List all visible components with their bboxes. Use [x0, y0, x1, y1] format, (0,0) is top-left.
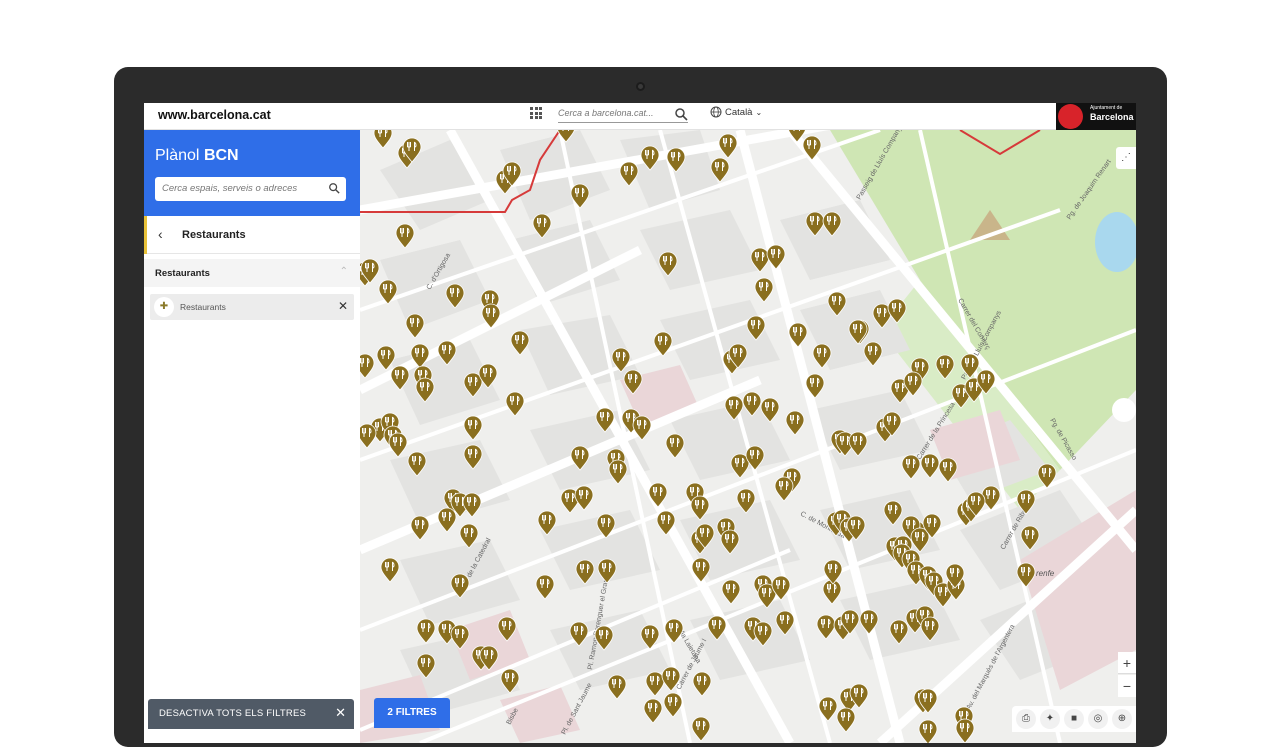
title-bold: BCN: [203, 147, 239, 164]
active-accent-bar: [144, 216, 147, 254]
site-header: www.barcelona.cat Cerca a barcelona.cat.…: [144, 103, 1136, 131]
map-canvas[interactable]: Av. de la Catedral Via Laietana Av. del …: [360, 130, 1136, 743]
close-icon[interactable]: ✕: [335, 705, 346, 721]
site-url[interactable]: www.barcelona.cat: [158, 108, 271, 122]
places-search-input[interactable]: Cerca espais, serveis o adreces: [155, 177, 346, 201]
map-toolbar: ⎙ ✦ ■ ◎ ⊕: [1012, 706, 1136, 732]
brand-small-text: Ajuntament de: [1090, 105, 1123, 111]
compass-icon[interactable]: ✦: [1040, 709, 1060, 729]
city-seal-icon: [1058, 104, 1083, 129]
chevron-left-icon[interactable]: ‹: [158, 226, 163, 242]
places-search-placeholder: Cerca espais, serveis o adreces: [162, 183, 298, 194]
panel-header: Plànol BCN Cerca espais, serveis o adrec…: [144, 130, 360, 216]
disable-all-filters-button[interactable]: DESACTIVA TOTS ELS FILTRES ✕: [148, 699, 354, 729]
side-panel: Plànol BCN Cerca espais, serveis o adrec…: [144, 130, 360, 743]
filter-chip-restaurants[interactable]: ✚ Restaurants ✕: [150, 294, 354, 320]
roundabout: [1112, 398, 1136, 422]
map-base[interactable]: Av. de la Catedral Via Laietana Av. del …: [360, 130, 1136, 743]
panel-title: Plànol BCN: [155, 147, 239, 165]
brand-big-text: Barcelona: [1090, 112, 1134, 122]
section-label: Restaurants: [155, 268, 210, 279]
station-label: renfe: [1036, 569, 1055, 578]
chevron-down-icon: ⌄: [755, 107, 763, 117]
globe-icon: [710, 106, 722, 118]
category-title: Restaurants: [182, 229, 246, 241]
search-icon[interactable]: [328, 182, 340, 194]
language-selector[interactable]: Català ⌄: [710, 106, 762, 118]
language-label: Català: [725, 106, 753, 118]
camera-dot: [636, 82, 645, 91]
remove-filter-icon[interactable]: ✕: [338, 299, 348, 313]
title-light: Plànol: [155, 147, 200, 164]
chevron-up-icon[interactable]: ⌃: [340, 266, 348, 277]
apps-grid-icon[interactable]: [530, 107, 542, 119]
zoom-out-button[interactable]: −: [1118, 675, 1136, 697]
cutlery-icon: ✚: [154, 297, 174, 317]
layers-icon[interactable]: ◎: [1088, 709, 1108, 729]
search-icon[interactable]: [674, 107, 688, 121]
locate-icon[interactable]: ⊕: [1112, 709, 1132, 729]
section-header[interactable]: Restaurants ⌃: [144, 259, 360, 287]
disable-filters-label: DESACTIVA TOTS ELS FILTRES: [159, 708, 307, 719]
ajuntament-logo[interactable]: Ajuntament de Barcelona: [1056, 103, 1136, 131]
transport-icon[interactable]: ■: [1064, 709, 1084, 729]
browser-screen: www.barcelona.cat Cerca a barcelona.cat.…: [144, 103, 1136, 743]
filter-label: Restaurants: [180, 302, 226, 312]
back-to-category[interactable]: ‹ Restaurants: [144, 216, 360, 254]
share-icon[interactable]: ⋰: [1116, 147, 1136, 169]
print-icon[interactable]: ⎙: [1016, 709, 1036, 729]
laptop-frame: www.barcelona.cat Cerca a barcelona.cat.…: [114, 67, 1167, 747]
site-search-input[interactable]: Cerca a barcelona.cat...: [558, 105, 688, 123]
filters-button[interactable]: 2 FILTRES: [374, 698, 450, 728]
zoom-in-button[interactable]: +: [1118, 652, 1136, 674]
